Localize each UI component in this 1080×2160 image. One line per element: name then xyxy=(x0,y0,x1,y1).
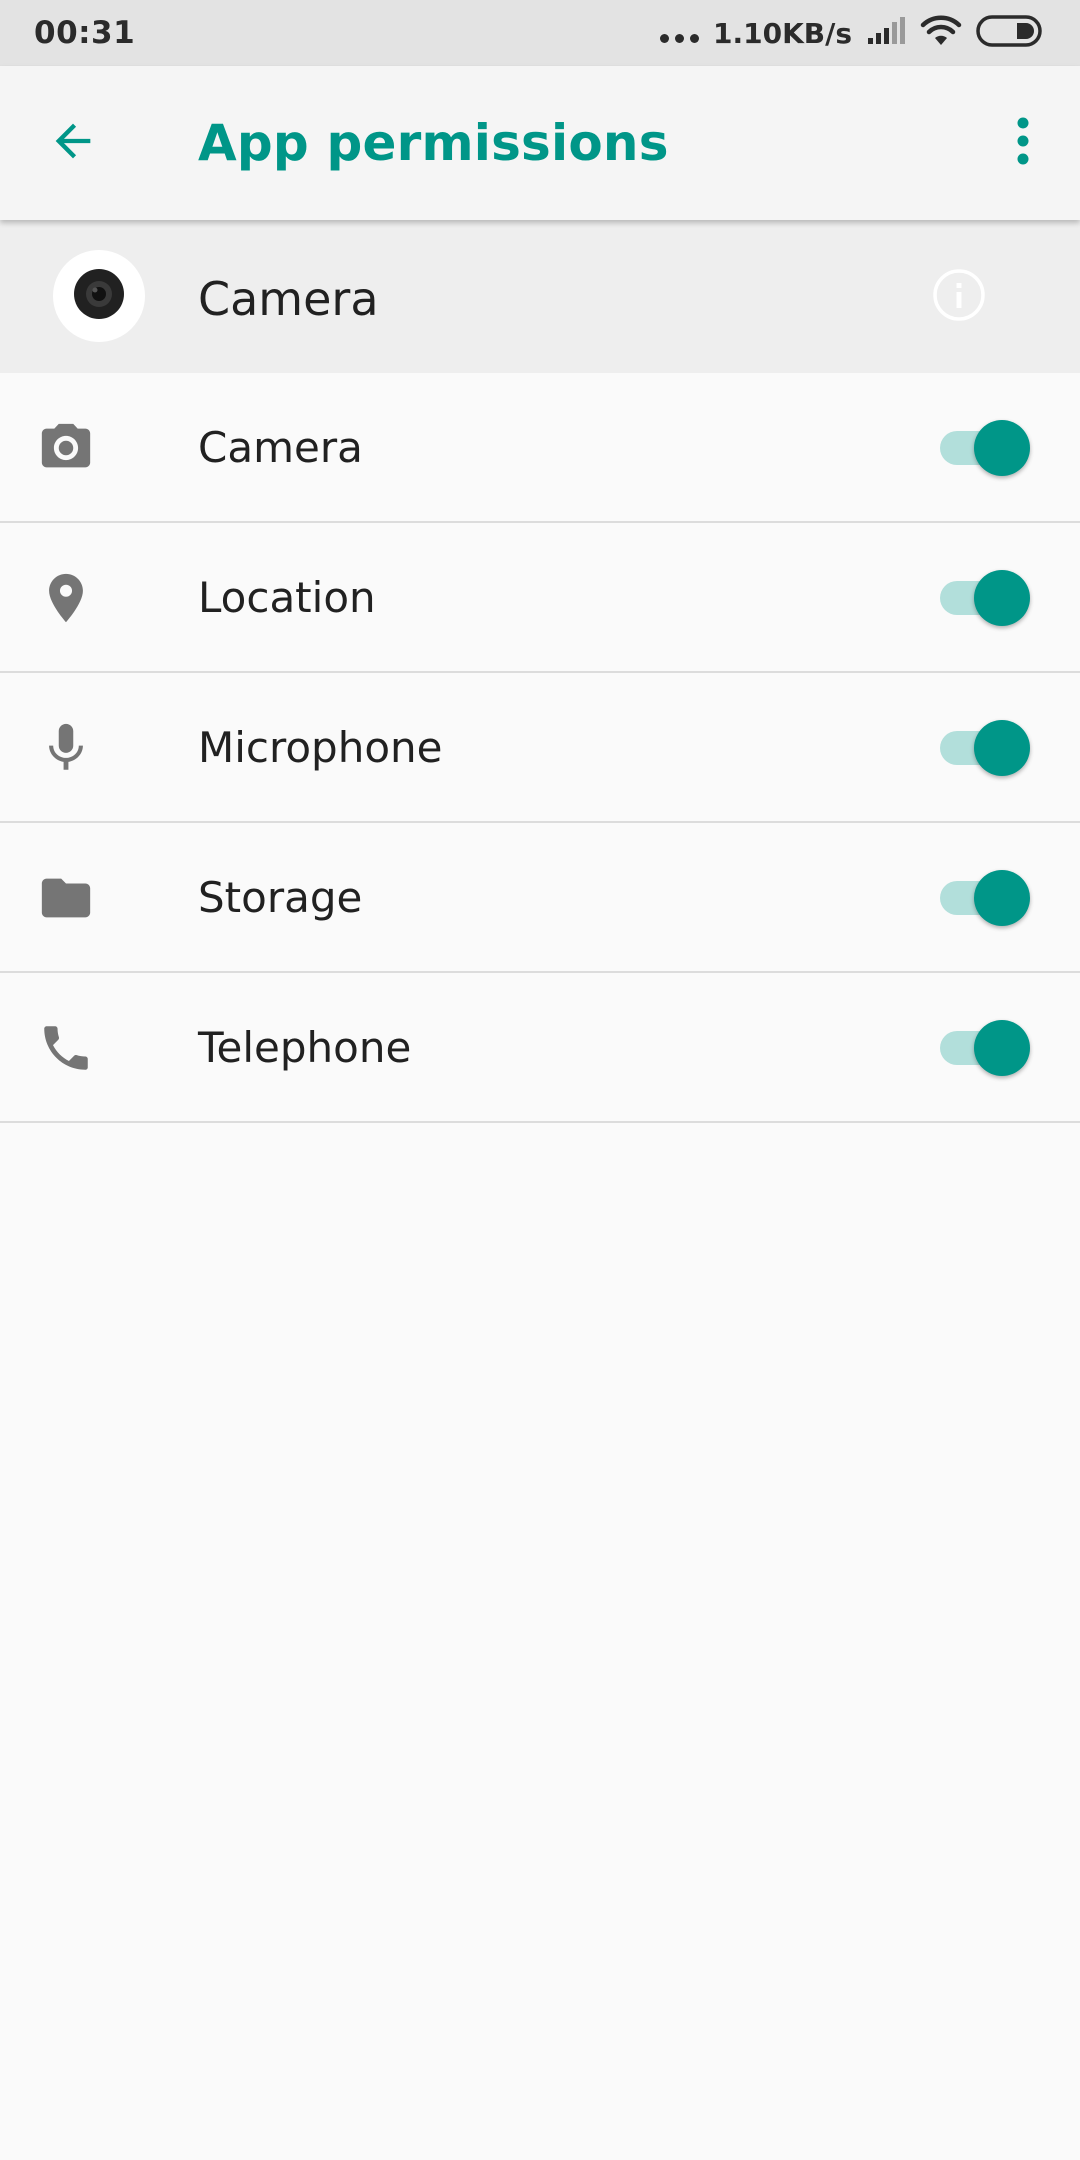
permission-row-storage[interactable]: Storage xyxy=(0,823,1080,973)
app-info-button[interactable] xyxy=(930,268,988,326)
folder-icon xyxy=(36,868,96,928)
permission-label: Storage xyxy=(198,873,363,922)
toggle-thumb xyxy=(974,1020,1030,1076)
storage-permission-toggle[interactable] xyxy=(938,870,1030,926)
toggle-thumb xyxy=(974,720,1030,776)
arrow-back-icon xyxy=(47,115,99,172)
permission-label: Telephone xyxy=(198,1023,412,1072)
permission-row-microphone[interactable]: Microphone xyxy=(0,673,1080,823)
toggle-thumb xyxy=(974,570,1030,626)
camera-icon xyxy=(36,418,96,478)
toggle-thumb xyxy=(974,870,1030,926)
app-bar: App permissions xyxy=(0,66,1080,220)
telephone-permission-toggle[interactable] xyxy=(938,1020,1030,1076)
microphone-icon xyxy=(36,718,96,778)
location-permission-toggle[interactable] xyxy=(938,570,1030,626)
status-bar: 00:31 1.10KB/s xyxy=(0,0,1080,66)
camera-permission-toggle[interactable] xyxy=(938,420,1030,476)
permission-label: Location xyxy=(198,573,376,622)
location-pin-icon xyxy=(36,568,96,628)
phone-icon xyxy=(36,1018,96,1078)
camera-lens-icon xyxy=(72,267,126,326)
page-title: App permissions xyxy=(198,114,669,172)
app-header: Camera xyxy=(0,220,1080,373)
app-name: Camera xyxy=(198,272,379,326)
microphone-permission-toggle[interactable] xyxy=(938,720,1030,776)
toggle-thumb xyxy=(974,420,1030,476)
permission-label: Microphone xyxy=(198,723,443,772)
status-time: 00:31 xyxy=(34,15,136,51)
more-dots-icon xyxy=(659,33,699,43)
status-icons: 1.10KB/s xyxy=(659,14,1046,53)
app-icon xyxy=(53,250,145,342)
permission-label: Camera xyxy=(198,423,363,472)
signal-icon xyxy=(866,16,906,51)
wifi-icon xyxy=(920,15,962,52)
permission-list: Camera Location Microphone Storage Telep… xyxy=(0,373,1080,1123)
back-button[interactable] xyxy=(38,108,108,178)
battery-icon xyxy=(976,14,1046,53)
permission-row-camera[interactable]: Camera xyxy=(0,373,1080,523)
info-icon xyxy=(932,268,986,327)
overflow-menu-button[interactable] xyxy=(988,108,1058,178)
more-vert-icon xyxy=(1016,116,1030,171)
network-speed: 1.10KB/s xyxy=(712,16,852,50)
permission-row-telephone[interactable]: Telephone xyxy=(0,973,1080,1123)
permission-row-location[interactable]: Location xyxy=(0,523,1080,673)
